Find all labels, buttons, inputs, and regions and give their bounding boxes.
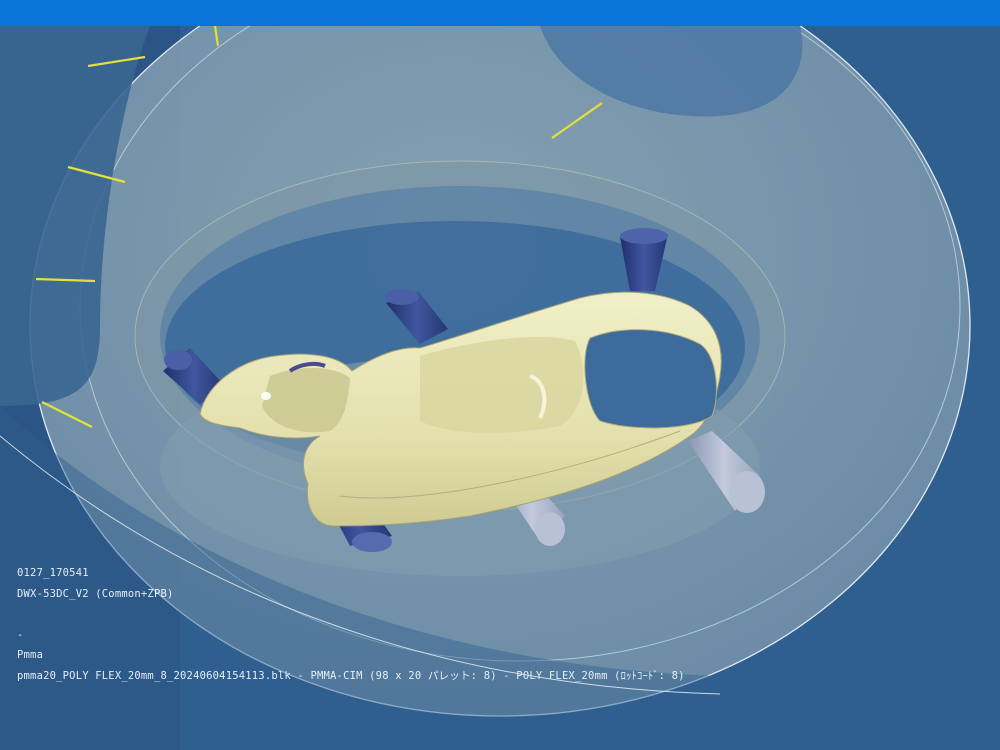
material-label: Pmma: [17, 649, 44, 661]
highlight: [261, 392, 271, 400]
block-file-label: pmma20_POLY FLEX_20mm_8_20240604154113.b…: [17, 669, 685, 682]
connector-pin-cap: [385, 289, 419, 305]
info-overlay: 0127_170541 DWX-53DC_V2 (Common+ZPB) - P…: [17, 563, 977, 686]
dash-label: -: [17, 628, 24, 641]
connector-pin-cap: [352, 532, 392, 552]
support-pin-cap: [729, 471, 765, 513]
connector-pin-cap: [164, 350, 192, 370]
support-pin-cap: [535, 512, 565, 546]
job-id-label: 0127_170541: [17, 567, 89, 579]
connector-pin-cap: [620, 228, 668, 244]
cam-application-window: 0127_170541 DWX-53DC_V2 (Common+ZPB) - P…: [0, 0, 1000, 750]
bridge-pontic: [420, 336, 584, 433]
machine-label: DWX-53DC_V2 (Common+ZPB): [17, 587, 174, 600]
bridge-opening: [584, 329, 717, 429]
title-bar: [0, 0, 1000, 27]
